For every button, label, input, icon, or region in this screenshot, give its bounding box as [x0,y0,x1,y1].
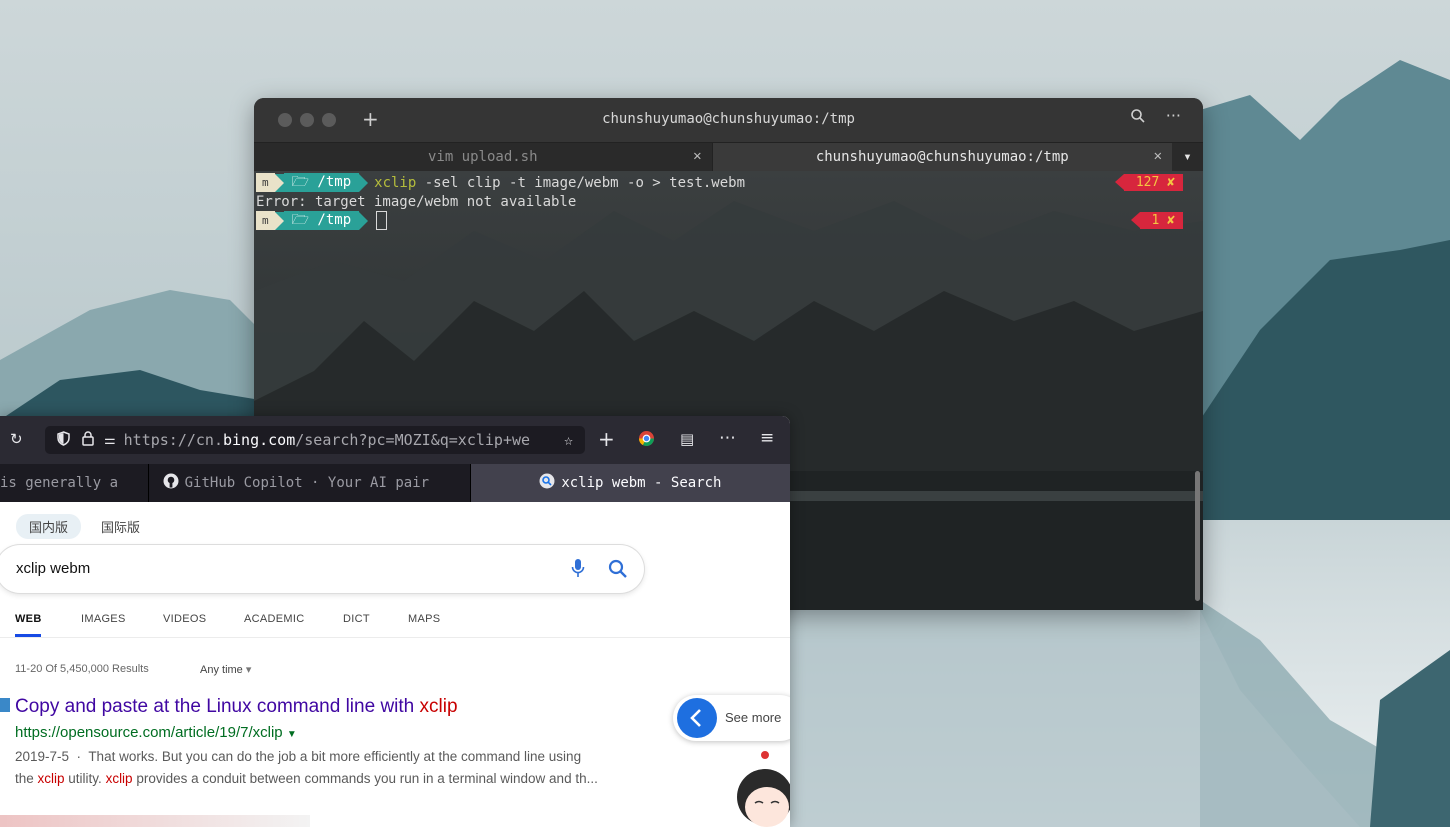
reload-icon[interactable]: ↻ [10,430,23,448]
see-more-button[interactable]: See more [673,695,790,741]
result-snippet-line-2: the xclip utility. xclip provides a cond… [15,771,598,786]
time-filter-dropdown[interactable]: Any time ▾ [200,663,251,676]
browser-toolbar: ↻ ⚌ https://cn.bing.com/search?pc=MOZI&q… [0,416,790,464]
tab-label: vim upload.sh [427,149,538,165]
terminal-tab-bar: vim upload.sh ✕ chunshuyumao@chunshuyuma… [254,142,1203,171]
tab-label: is generally a [0,475,119,491]
tab-images[interactable]: IMAGES [81,613,126,625]
command-args: -sel clip -t image/webm -o > test.webm [416,174,746,191]
terminal-line-3: m 🗁 /tmp [256,211,388,230]
browser-tab[interactable]: is generally a [0,464,148,502]
close-tab-icon[interactable]: ✕ [1154,148,1162,164]
result-snippet-line-1: 2019-7-5 · That works. But you can do th… [15,749,582,764]
region-tab-domestic[interactable]: 国内版 [16,514,82,539]
extensions-menu-icon[interactable]: ⋯ [719,428,736,448]
mascot-avatar [737,751,790,827]
tab-videos[interactable]: VIDEOS [163,613,206,625]
nav-divider [0,637,790,638]
permissions-icon[interactable]: ⚌ [104,433,116,448]
chevron-left-icon[interactable] [677,698,717,738]
address-bar[interactable]: ⚌ https://cn.bing.com/search?pc=MOZI&q=x… [45,426,585,454]
prompt-mode-segment: m [256,211,275,230]
search-box[interactable]: xclip webm [0,545,644,593]
bookmark-star-icon[interactable]: ☆ [564,431,573,449]
exit-status-badge: 1 ✘ [1130,212,1183,229]
terminal-tab-tmp[interactable]: chunshuyumao@chunshuyumao:/tmp ✕ [711,143,1173,171]
command-name: xclip [374,174,417,191]
region-tab-international[interactable]: 国际版 [88,514,153,539]
terminal-scrollbar[interactable] [1195,471,1200,601]
folder-icon: 🗁 [291,212,318,228]
chevron-down-icon[interactable]: ▼ [287,729,297,740]
terminal-cursor [376,211,388,230]
more-options-icon[interactable]: ··· [1166,106,1181,125]
lock-icon[interactable] [82,430,94,450]
results-count: 11-20 Of 5,450,000 Results [15,663,149,675]
prompt-dir: /tmp [317,174,352,190]
exit-status-badge: 127 ✘ [1114,174,1183,191]
chevron-down-icon: ▾ [245,664,252,676]
search-input[interactable]: xclip webm [16,560,90,577]
bing-search-icon [539,473,555,493]
terminal-titlebar[interactable]: + chunshuyumao@chunshuyumao:/tmp ··· [254,98,1203,142]
tab-label: chunshuyumao@chunshuyumao:/tmp [815,149,1069,165]
terminal-tab-vim[interactable]: vim upload.sh ✕ [254,143,712,171]
result-title-link[interactable]: Copy and paste at the Linux command line… [15,696,458,718]
chrome-extension-icon[interactable] [638,430,655,451]
search-icon[interactable] [608,559,628,583]
document-icon[interactable]: ▤ [680,430,694,448]
terminal-title: chunshuyumao@chunshuyumao:/tmp [602,111,855,127]
shield-icon[interactable] [57,430,70,450]
result-url[interactable]: https://opensource.com/article/19/7/xcli… [15,724,297,741]
prompt-dir: /tmp [317,212,352,228]
tab-maps[interactable]: MAPS [408,613,440,625]
browser-tab-bar: is generally a GitHub Copilot · Your AI … [0,464,790,502]
terminal-error-line: Error: target image/webm not available [256,193,577,210]
browser-window: ↻ ⚌ https://cn.bing.com/search?pc=MOZI&q… [0,416,790,827]
next-result-title-partial [0,815,310,827]
tab-dropdown-chevron-down-icon[interactable]: ▾ [1172,143,1203,171]
prompt-dir-segment: 🗁 /tmp [283,211,360,230]
url-text[interactable]: https://cn.bing.com/search?pc=MOZI&q=xcl… [124,431,534,449]
tab-dict[interactable]: DICT [343,613,370,625]
browser-tab-github[interactable]: GitHub Copilot · Your AI pair [147,464,471,502]
microphone-icon[interactable] [571,558,585,582]
prompt-mode-segment: m [256,173,275,192]
folder-icon: 🗁 [291,174,318,190]
tab-web[interactable]: WEB [15,613,42,625]
github-icon [163,473,179,493]
terminal-line-1: m 🗁 /tmp xclip -sel clip -t image/webm -… [256,173,745,192]
bing-results-page: 国内版 国际版 xclip webm WEB IMAGES VIDEOS ACA… [0,502,790,827]
prompt-dir-segment: 🗁 /tmp [283,173,360,192]
new-tab-plus-icon[interactable]: + [598,427,615,451]
site-favicon-icon [0,698,10,712]
result-date: 2019-7-5 [15,749,70,764]
search-icon[interactable] [1131,108,1145,127]
tab-academic[interactable]: ACADEMIC [244,613,304,625]
close-tab-icon[interactable]: ✕ [693,148,701,164]
tab-label: xclip webm - Search [561,475,722,491]
tab-label: GitHub Copilot · Your AI pair [184,475,430,491]
browser-tab-active[interactable]: xclip webm - Search [470,464,790,502]
hamburger-menu-icon[interactable]: ≡ [760,428,774,448]
